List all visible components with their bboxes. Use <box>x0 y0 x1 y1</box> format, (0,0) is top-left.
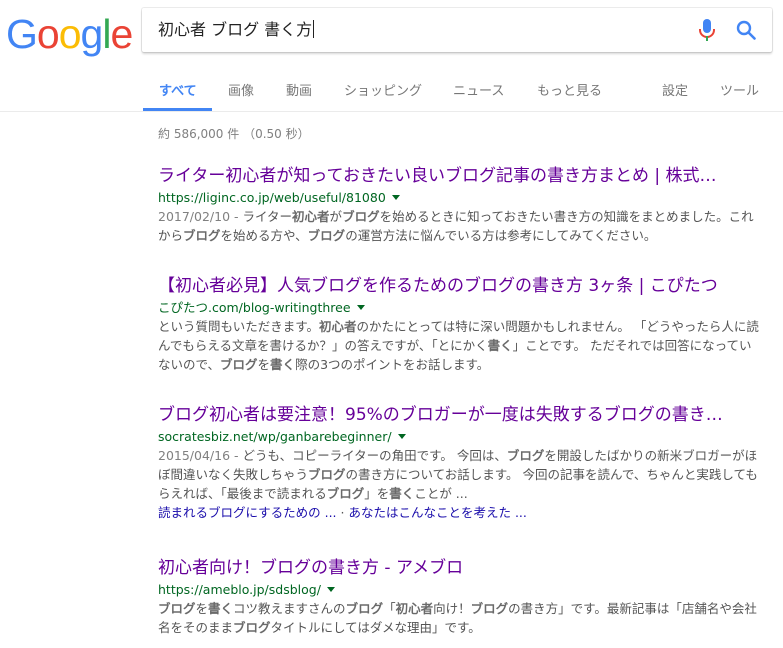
tab-images[interactable]: 画像 <box>228 80 254 99</box>
highlighted-keyword: 書く <box>270 357 296 372</box>
tab-all[interactable]: すべて <box>159 80 197 99</box>
result-url-text: https://liginc.co.jp/web/useful/81080 <box>158 190 386 205</box>
logo-letter: e <box>110 11 133 57</box>
result-url: https://liginc.co.jp/web/useful/81080 <box>158 189 778 207</box>
result-stats: 約 586,000 件 （0.50 秒） <box>158 127 310 141</box>
search-result: ライター初心者が知っておきたい良いブログ記事の書き方まとめ | 株式… http… <box>158 165 778 245</box>
result-url-text: https://ameblo.jp/sdsblog/ <box>158 582 321 597</box>
dropdown-arrow-icon[interactable] <box>397 434 406 439</box>
result-snippet: 2017/02/10 - ライター初心者がブログを始めるときに知っておきたい書き… <box>158 207 763 245</box>
search-icon[interactable] <box>736 20 756 40</box>
tab-tools[interactable]: ツール <box>720 80 759 99</box>
microphone-icon[interactable] <box>698 19 716 41</box>
result-snippet: ブログを書くコツ教えますさんのブログ「初心者向け！ブログの書き方」です。最新記事… <box>158 599 763 637</box>
highlighted-keyword: ブログ <box>345 601 384 616</box>
logo-letter: o <box>36 11 60 57</box>
highlighted-keyword: ブログ <box>233 620 271 635</box>
highlighted-keyword: 書く <box>487 338 513 353</box>
google-logo[interactable]: Google <box>6 11 133 57</box>
dropdown-arrow-icon[interactable] <box>391 195 400 200</box>
highlighted-keyword: 初心者 <box>319 319 357 334</box>
highlighted-keyword: ブログ <box>326 486 365 501</box>
result-date: 2017/02/10 - <box>158 209 243 224</box>
result-url-text: socratesbiz.net/wp/ganbarebeginner/ <box>158 429 392 444</box>
result-title-link[interactable]: 【初心者必見】人気ブログを作るためのブログの書き方 3ヶ条 | こぴたつ <box>158 275 778 297</box>
result-url: こぴたつ.com/blog-writingthree <box>158 299 778 317</box>
highlighted-keyword: 書く <box>208 601 234 616</box>
result-snippet: という質問もいただきます。初心者のかたにとっては特に深い問題かもしれません。 「… <box>158 317 763 374</box>
sitelinks: 読まれるブログにするための ... · あなたはこんなことを考えた ... <box>158 503 778 522</box>
logo-letter: o <box>58 11 82 57</box>
dropdown-arrow-icon[interactable] <box>326 587 335 592</box>
result-title-link[interactable]: ブログ初心者は要注意！95%のブロガーが一度は失敗するブログの書き… <box>158 404 778 426</box>
result-snippet: 2015/04/16 - どうも、コピーライターの角田です。 今回は、ブログを開… <box>158 446 763 503</box>
dropdown-arrow-icon[interactable] <box>356 305 365 310</box>
highlighted-keyword: 書く <box>389 486 415 501</box>
tab-videos[interactable]: 動画 <box>286 80 312 99</box>
active-tab-indicator <box>143 108 212 111</box>
result-url: socratesbiz.net/wp/ganbarebeginner/ <box>158 428 778 446</box>
tab-news[interactable]: ニュース <box>453 80 504 99</box>
highlighted-keyword: ブログ <box>506 448 545 463</box>
tab-shopping[interactable]: ショッピング <box>344 80 422 99</box>
tab-more[interactable]: もっと見る <box>537 80 602 99</box>
result-url-text: こぴたつ.com/blog-writingthree <box>158 300 351 315</box>
tab-settings[interactable]: 設定 <box>662 80 688 99</box>
logo-letter: l <box>102 11 111 57</box>
result-snippet-text: ライター初心者がブログを始めるときに知っておきたい書き方の知識をまとめました。こ… <box>158 209 754 243</box>
highlighted-keyword: ブログ <box>308 467 346 482</box>
header: Google 初心者 ブログ 書く方 すべて 画像 動画 ショッピング ニュース… <box>0 0 783 112</box>
highlighted-keyword: ブログ <box>158 601 196 616</box>
search-result: ブログ初心者は要注意！95%のブロガーが一度は失敗するブログの書き… socra… <box>158 404 778 522</box>
sitelink-separator: · <box>340 505 345 520</box>
highlighted-keyword: ブログ <box>183 228 221 243</box>
highlighted-keyword: ブログ <box>342 209 380 224</box>
result-snippet-text: ブログを書くコツ教えますさんのブログ「初心者向け！ブログの書き方」です。最新記事… <box>158 601 757 635</box>
search-box[interactable]: 初心者 ブログ 書く方 <box>142 8 772 52</box>
sitelink[interactable]: あなたはこんなことを考えた ... <box>348 505 526 520</box>
result-date: 2015/04/16 - <box>158 448 243 463</box>
search-tabs: すべて 画像 動画 ショッピング ニュース もっと見る 設定 ツール <box>0 72 783 111</box>
highlighted-keyword: 初心者 <box>395 601 434 616</box>
result-url: https://ameblo.jp/sdsblog/ <box>158 581 778 599</box>
result-title-link[interactable]: ライター初心者が知っておきたい良いブログ記事の書き方まとめ | 株式… <box>158 165 778 187</box>
search-result: 【初心者必見】人気ブログを作るためのブログの書き方 3ヶ条 | こぴたつ こぴた… <box>158 275 778 374</box>
result-title-link[interactable]: 初心者向け！ブログの書き方 - アメブロ <box>158 557 778 579</box>
logo-letter: g <box>80 11 104 57</box>
highlighted-keyword: ブログ <box>470 601 509 616</box>
result-snippet-text: どうも、コピーライターの角田です。 今回は、ブログを開設したばかりの新米ブロガー… <box>158 448 758 501</box>
search-input[interactable]: 初心者 ブログ 書く方 <box>158 20 314 40</box>
sitelink[interactable]: 読まれるブログにするための ... <box>158 505 337 520</box>
logo-letter: G <box>6 11 38 57</box>
highlighted-keyword: 初心者 <box>292 209 330 224</box>
highlighted-keyword: ブログ <box>220 357 258 372</box>
search-result: 初心者向け！ブログの書き方 - アメブロ https://ameblo.jp/s… <box>158 557 778 637</box>
highlighted-keyword: ブログ <box>307 228 346 243</box>
result-snippet-text: という質問もいただきます。初心者のかたにとっては特に深い問題かもしれません。 「… <box>158 319 759 372</box>
